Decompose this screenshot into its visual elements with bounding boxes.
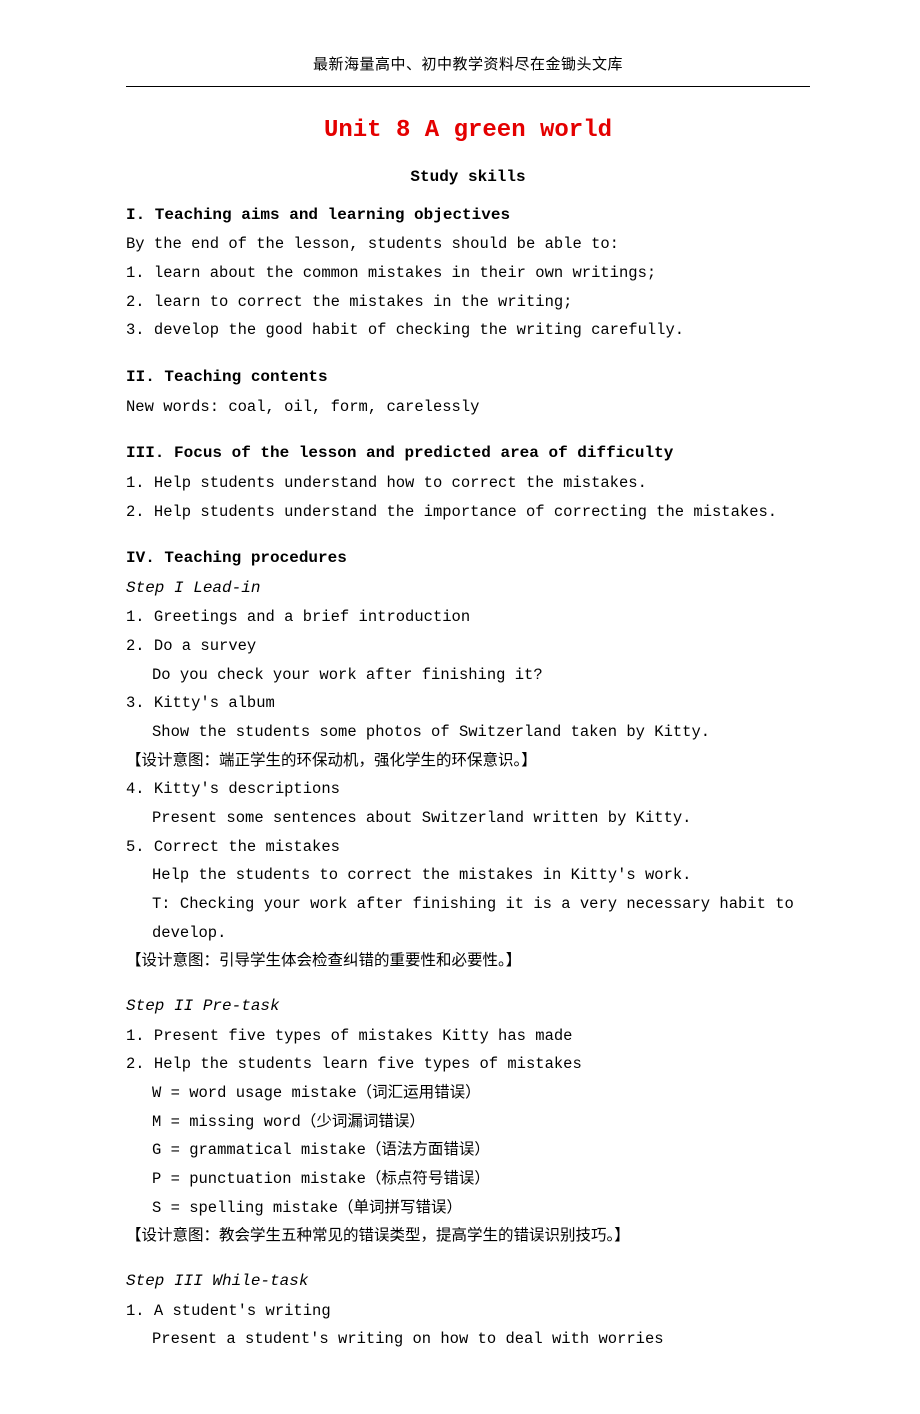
step3-title: Step III While-task [126,1267,810,1297]
step1-item: 3. Kitty's album [126,689,810,718]
aims-intro: By the end of the lesson, students shoul… [126,230,810,259]
aims-item: 1. learn about the common mistakes in th… [126,259,810,288]
section-head-contents: II. Teaching contents [126,363,810,393]
section-aims: I. Teaching aims and learning objectives… [126,201,810,345]
design-note: 【设计意图：引导学生体会检查纠错的重要性和必要性。】 [126,947,810,976]
step1-item: 4. Kitty's descriptions [126,775,810,804]
design-note: 【设计意图：教会学生五种常见的错误类型，提高学生的错误识别技巧。】 [126,1222,810,1251]
step2-title: Step II Pre-task [126,992,810,1022]
section-focus: III. Focus of the lesson and predicted a… [126,439,810,526]
focus-item: 1. Help students understand how to corre… [126,469,810,498]
document-page: 最新海量高中、初中教学资料尽在金锄头文库 Unit 8 A green worl… [0,0,920,1414]
step2-item: 1. Present five types of mistakes Kitty … [126,1022,810,1051]
mistake-type: M = missing word（少词漏词错误） [126,1108,810,1137]
step1-subitem: Show the students some photos of Switzer… [126,718,810,747]
mistake-type: P = punctuation mistake（标点符号错误） [126,1165,810,1194]
step3-subitem: Present a student's writing on how to de… [126,1325,810,1354]
aims-item: 3. develop the good habit of checking th… [126,316,810,345]
section-head-focus: III. Focus of the lesson and predicted a… [126,439,810,469]
step1-subitem: Do you check your work after finishing i… [126,661,810,690]
mistake-type: S = spelling mistake（单词拼写错误） [126,1194,810,1223]
contents-text: New words: coal, oil, form, carelessly [126,393,810,422]
step1-subitem: Help the students to correct the mistake… [126,861,810,890]
section-procedures: IV. Teaching procedures Step I Lead-in 1… [126,544,810,1354]
step1-item: 5. Correct the mistakes [126,833,810,862]
mistake-type: W = word usage mistake（词汇运用错误） [126,1079,810,1108]
design-note: 【设计意图：端正学生的环保动机，强化学生的环保意识。】 [126,747,810,776]
mistake-type: G = grammatical mistake（语法方面错误） [126,1136,810,1165]
section-head-aims: I. Teaching aims and learning objectives [126,201,810,231]
step1-subitem: T: Checking your work after finishing it… [126,890,810,947]
step2-item: 2. Help the students learn five types of… [126,1050,810,1079]
section-head-procedures: IV. Teaching procedures [126,544,810,574]
step1-item: 2. Do a survey [126,632,810,661]
section-contents: II. Teaching contents New words: coal, o… [126,363,810,421]
document-subtitle: Study skills [126,163,810,193]
page-header: 最新海量高中、初中教学资料尽在金锄头文库 [126,52,810,87]
aims-item: 2. learn to correct the mistakes in the … [126,288,810,317]
step1-item: 1. Greetings and a brief introduction [126,603,810,632]
step1-subitem: Present some sentences about Switzerland… [126,804,810,833]
focus-item: 2. Help students understand the importan… [126,498,810,527]
document-title: Unit 8 A green world [126,109,810,153]
step3-item: 1. A student's writing [126,1297,810,1326]
step1-title: Step I Lead-in [126,574,810,604]
